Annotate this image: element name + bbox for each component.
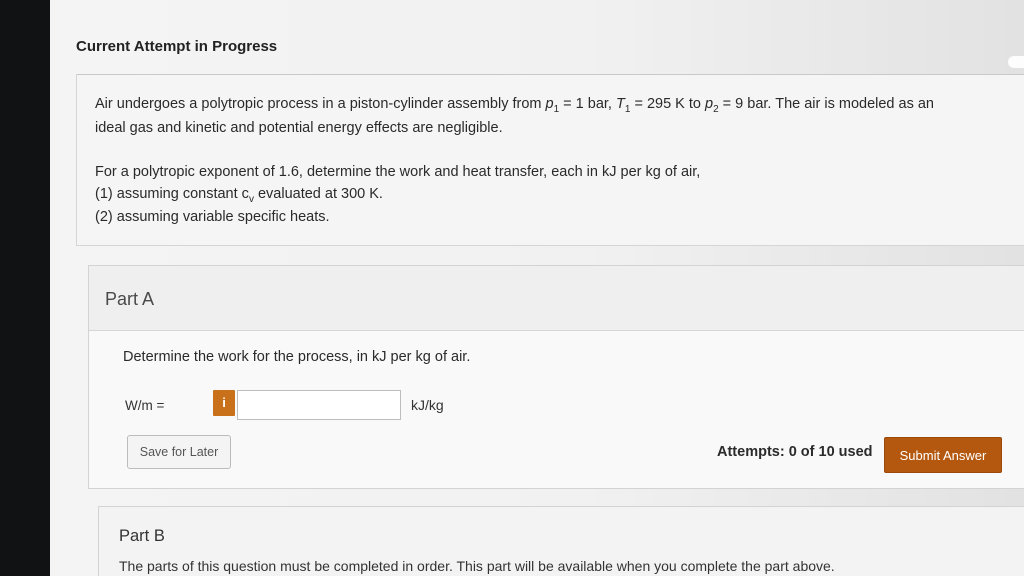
submit-answer-button[interactable]: Submit Answer bbox=[884, 437, 1002, 473]
question-line-4: (1) assuming constant cv evaluated at 30… bbox=[95, 186, 383, 205]
part-a-label: Part A bbox=[105, 289, 155, 309]
question-line-3: For a polytropic exponent of 1.6, determ… bbox=[95, 164, 701, 180]
part-a-panel: Part A Determine the work for the proces… bbox=[88, 265, 1024, 489]
info-icon[interactable]: i bbox=[213, 390, 235, 416]
p1-value: = 1 bar, bbox=[559, 96, 616, 112]
p1-symbol: p bbox=[545, 96, 554, 112]
question-line-2: ideal gas and kinetic and potential ener… bbox=[95, 120, 503, 136]
p2-value: = 9 bar. The air is modeled as an bbox=[718, 96, 934, 112]
scroll-handle[interactable] bbox=[1008, 56, 1024, 68]
page-title: Current Attempt in Progress bbox=[76, 38, 278, 55]
question-line-1: Air undergoes a polytropic process in a … bbox=[95, 96, 934, 115]
question-panel: Air undergoes a polytropic process in a … bbox=[76, 74, 1024, 246]
cv-text-tail: evaluated at 300 K. bbox=[253, 186, 383, 202]
part-a-prompt: Determine the work for the process, in k… bbox=[123, 349, 471, 365]
question-line-5: (2) assuming variable specific heats. bbox=[95, 209, 330, 225]
part-b-note: The parts of this question must be compl… bbox=[119, 558, 835, 574]
part-b-panel: Part B The parts of this question must b… bbox=[98, 506, 1024, 576]
cv-text: (1) assuming constant c bbox=[95, 186, 249, 202]
work-label: W/m = bbox=[125, 398, 165, 413]
t1-value: = 295 K to bbox=[630, 96, 705, 112]
question-text: Air undergoes a polytropic process in a … bbox=[95, 96, 546, 112]
monitor-bezel bbox=[0, 0, 50, 576]
attempts-counter: Attempts: 0 of 10 used bbox=[717, 444, 873, 460]
browser-viewport: Current Attempt in Progress Air undergoe… bbox=[50, 0, 1024, 576]
part-b-label: Part B bbox=[119, 527, 165, 545]
part-a-header[interactable]: Part A bbox=[89, 266, 1024, 331]
save-for-later-button[interactable]: Save for Later bbox=[127, 435, 231, 469]
work-answer-input[interactable] bbox=[237, 390, 401, 420]
part-a-body: Determine the work for the process, in k… bbox=[89, 331, 1024, 488]
unit-label: kJ/kg bbox=[411, 397, 444, 413]
t1-symbol: T bbox=[616, 96, 625, 112]
p2-symbol: p bbox=[705, 96, 714, 112]
